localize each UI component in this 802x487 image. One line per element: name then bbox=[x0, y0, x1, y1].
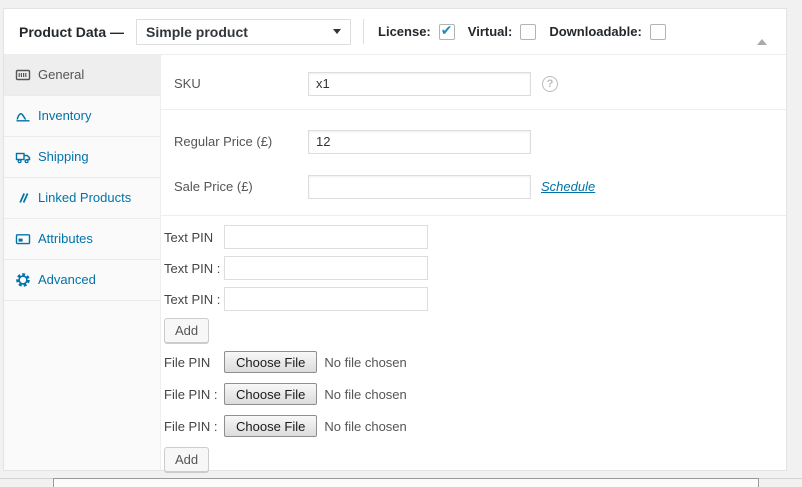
downloadable-label: Downloadable: bbox=[549, 24, 642, 39]
sku-field-row: SKU ? bbox=[161, 71, 786, 96]
file-pin-label: File PIN : bbox=[164, 386, 218, 402]
text-pin-row: Text PIN : bbox=[164, 287, 786, 311]
sale-price-row: Sale Price (£) Schedule bbox=[161, 174, 786, 199]
tab-attributes[interactable]: Attributes bbox=[4, 219, 160, 260]
tab-label: Attributes bbox=[38, 231, 93, 246]
file-status-text: No file chosen bbox=[324, 354, 407, 370]
pins-group: Text PIN Text PIN : Text PIN : Add File … bbox=[161, 216, 786, 479]
file-pin-row: File PIN Choose File No file chosen bbox=[164, 350, 786, 374]
product-data-panel: Product Data — Simple product License: ✔… bbox=[3, 8, 787, 472]
tab-shipping[interactable]: Shipping bbox=[4, 137, 160, 178]
text-pin-row: Text PIN : bbox=[164, 256, 786, 280]
truck-icon bbox=[15, 152, 31, 164]
sale-price-input[interactable] bbox=[308, 174, 531, 199]
license-label: License: bbox=[378, 24, 431, 39]
file-pin-label: File PIN bbox=[164, 354, 211, 370]
file-status-text: No file chosen bbox=[324, 386, 407, 402]
file-pin-row: File PIN : Choose File No file chosen bbox=[164, 414, 786, 438]
next-metabox-edge bbox=[53, 478, 759, 487]
product-type-selected-value: Simple product bbox=[146, 23, 248, 40]
help-icon[interactable]: ? bbox=[542, 75, 558, 92]
tab-label: Shipping bbox=[38, 149, 89, 164]
tag-icon bbox=[15, 234, 31, 245]
file-pin-row: File PIN : Choose File No file chosen bbox=[164, 382, 786, 406]
tab-general[interactable]: General bbox=[4, 55, 160, 96]
gear-icon bbox=[16, 273, 30, 287]
text-pin-input[interactable] bbox=[224, 287, 428, 311]
collapse-toggle[interactable] bbox=[753, 20, 771, 45]
text-pin-row: Text PIN bbox=[164, 225, 786, 249]
virtual-checkbox[interactable] bbox=[520, 23, 537, 40]
license-checkbox[interactable]: ✔ bbox=[438, 21, 455, 40]
schedule-link[interactable]: Schedule bbox=[541, 179, 595, 194]
panel-title: Product Data — bbox=[19, 23, 125, 40]
general-panel: SKU ? Regular Price (£) Sale Price (£) S… bbox=[161, 55, 786, 472]
regular-price-input[interactable] bbox=[308, 129, 531, 154]
checkmark-icon: ✔ bbox=[440, 21, 453, 38]
product-type-select[interactable]: Simple product bbox=[136, 18, 352, 45]
choose-file-button[interactable]: Choose File bbox=[224, 415, 318, 437]
tab-label: Inventory bbox=[38, 108, 92, 123]
tab-label: Advanced bbox=[38, 272, 96, 287]
file-status-text: No file chosen bbox=[324, 418, 407, 434]
header-divider bbox=[363, 19, 365, 44]
sku-input[interactable] bbox=[308, 71, 531, 96]
tab-inventory[interactable]: Inventory bbox=[4, 96, 160, 137]
text-pin-label: Text PIN : bbox=[164, 291, 221, 307]
regular-price-label: Regular Price (£) bbox=[174, 134, 273, 149]
chevron-down-icon bbox=[333, 29, 342, 34]
tab-advanced[interactable]: Advanced bbox=[4, 260, 160, 301]
tab-linked-products[interactable]: Linked Products bbox=[4, 178, 160, 219]
virtual-label: Virtual: bbox=[467, 24, 513, 39]
choose-file-button[interactable]: Choose File bbox=[224, 383, 318, 405]
product-data-header: Product Data — Simple product License: ✔… bbox=[4, 9, 786, 55]
text-pin-label: Text PIN : bbox=[164, 260, 221, 276]
link-icon bbox=[19, 193, 29, 203]
triangle-up-icon bbox=[757, 24, 767, 45]
text-pin-input[interactable] bbox=[224, 225, 428, 249]
add-text-pin-button[interactable]: Add bbox=[164, 318, 210, 343]
product-data-body: General Inventory Shipping Linked Produc… bbox=[4, 55, 786, 472]
barcode-icon bbox=[15, 69, 31, 81]
chart-icon bbox=[16, 113, 30, 122]
text-pin-label: Text PIN bbox=[164, 229, 214, 245]
file-pin-label: File PIN : bbox=[164, 418, 218, 434]
regular-price-row: Regular Price (£) bbox=[161, 129, 786, 154]
sale-price-label: Sale Price (£) bbox=[174, 179, 253, 194]
product-data-tabs: General Inventory Shipping Linked Produc… bbox=[4, 55, 161, 470]
tab-label: Linked Products bbox=[38, 190, 132, 205]
sku-label: SKU bbox=[174, 76, 201, 91]
pricing-group: Regular Price (£) Sale Price (£) Schedul… bbox=[161, 110, 786, 216]
sku-group: SKU ? bbox=[161, 55, 786, 110]
choose-file-button[interactable]: Choose File bbox=[224, 351, 318, 373]
tab-label: General bbox=[38, 67, 85, 82]
add-file-pin-button[interactable]: Add bbox=[164, 447, 210, 472]
text-pin-input[interactable] bbox=[224, 256, 428, 280]
downloadable-checkbox[interactable] bbox=[649, 23, 666, 40]
